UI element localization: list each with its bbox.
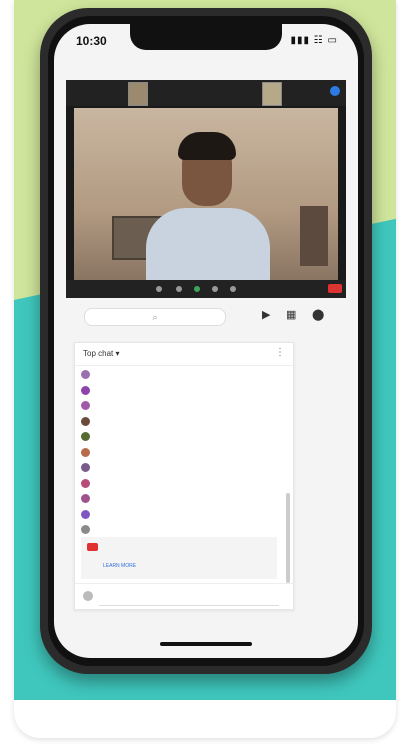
chat-message	[81, 493, 281, 505]
avatar	[81, 478, 90, 488]
background-shelf	[300, 206, 328, 266]
search-pill[interactable]: ⌕	[84, 308, 226, 326]
phone-bezel: 10:30 ▮▮▮ ☷ ▭ ⌕ ▶ ▦ ⬤ Top chat ▾ ⋮ LEARN…	[48, 16, 364, 666]
avatar	[81, 385, 90, 395]
control-icon[interactable]	[156, 286, 162, 292]
notch	[130, 24, 282, 50]
avatar	[81, 370, 90, 379]
chat-message	[81, 509, 281, 521]
chat-title[interactable]: Top chat ▾	[83, 349, 119, 358]
video-toolbar: ⌕ ▶ ▦ ⬤	[66, 306, 346, 328]
chat-message	[81, 431, 281, 443]
chat-messages	[75, 367, 285, 539]
phone-screen: 10:30 ▮▮▮ ☷ ▭ ⌕ ▶ ▦ ⬤ Top chat ▾ ⋮ LEARN…	[54, 24, 358, 658]
youtube-icon	[87, 543, 98, 551]
camera-icon[interactable]: ▶	[262, 308, 270, 321]
avatar	[81, 525, 90, 534]
learn-more-link[interactable]: LEARN MORE	[103, 563, 136, 569]
avatar	[81, 463, 90, 472]
chat-message	[81, 478, 281, 490]
control-icon[interactable]	[194, 286, 200, 292]
video-controls-bar	[66, 280, 346, 298]
avatar	[81, 416, 90, 426]
chat-input-area	[75, 583, 293, 610]
video-player[interactable]	[66, 80, 346, 298]
mic-icon[interactable]	[330, 86, 340, 96]
chat-scrollbar[interactable]	[286, 493, 290, 583]
control-icon[interactable]	[176, 286, 182, 292]
avatar	[81, 494, 90, 503]
chat-message	[81, 416, 281, 428]
control-icon[interactable]	[230, 286, 236, 292]
chat-message	[81, 447, 281, 459]
person-body	[146, 208, 270, 280]
chat-message	[81, 385, 281, 397]
home-indicator	[160, 642, 252, 646]
chat-message	[81, 369, 281, 381]
avatar	[81, 432, 90, 441]
camera-feed	[74, 108, 338, 280]
avatar	[83, 591, 93, 601]
control-icon[interactable]	[212, 286, 218, 292]
status-time: 10:30	[76, 34, 107, 48]
avatar	[81, 447, 90, 457]
chat-input[interactable]	[99, 597, 279, 606]
avatar	[81, 401, 90, 410]
grid-icon[interactable]: ▦	[286, 308, 296, 321]
video-participants-bar	[66, 80, 346, 106]
status-icons: ▮▮▮ ☷ ▭	[290, 35, 338, 46]
end-call-button[interactable]	[328, 284, 342, 293]
phone-frame: 10:30 ▮▮▮ ☷ ▭ ⌕ ▶ ▦ ⬤ Top chat ▾ ⋮ LEARN…	[40, 8, 372, 674]
live-chat-panel: Top chat ▾ ⋮ LEARN MORE	[74, 342, 294, 610]
chat-message	[81, 462, 281, 474]
more-options-icon[interactable]: ⋮	[275, 347, 285, 358]
chat-message	[81, 524, 281, 536]
person-hair	[178, 132, 236, 160]
avatar	[81, 509, 90, 519]
user-icon[interactable]: ⬤	[312, 308, 324, 321]
chat-message	[81, 400, 281, 412]
chat-header: Top chat ▾ ⋮	[75, 343, 293, 366]
participant-thumbnail[interactable]	[262, 82, 282, 106]
participant-thumbnail[interactable]	[128, 82, 148, 106]
chat-notice: LEARN MORE	[81, 537, 277, 579]
